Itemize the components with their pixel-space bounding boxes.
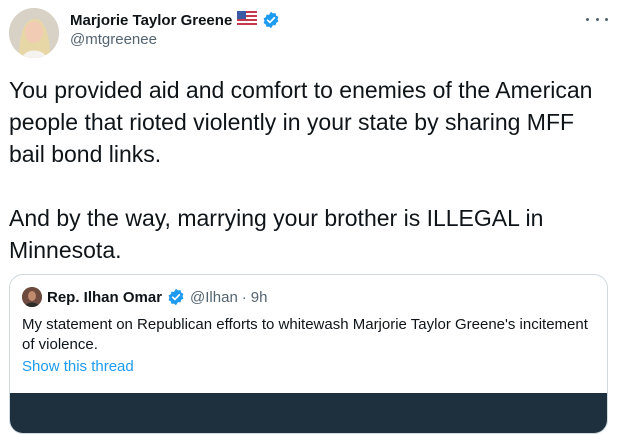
verified-badge-icon xyxy=(167,288,185,306)
author-avatar[interactable] xyxy=(9,8,59,58)
quoted-tweet[interactable]: Rep. Ilhan Omar @Ilhan · 9h My statement… xyxy=(9,274,608,434)
author-handle[interactable]: @mtgreenee xyxy=(70,31,157,48)
more-options-icon[interactable] xyxy=(586,12,608,26)
author-line: Marjorie Taylor Greene xyxy=(70,10,280,30)
quoted-timestamp[interactable]: 9h xyxy=(251,289,268,306)
quoted-media-preview[interactable] xyxy=(10,393,607,433)
quoted-tweet-header: Rep. Ilhan Omar @Ilhan · 9h xyxy=(22,287,267,307)
quoted-meta: @Ilhan · 9h xyxy=(190,289,267,306)
show-thread-link[interactable]: Show this thread xyxy=(22,358,134,375)
tweet-text: You provided aid and comfort to enemies … xyxy=(9,77,593,263)
quoted-author-handle[interactable]: @Ilhan xyxy=(190,289,238,306)
verified-badge-icon xyxy=(262,11,280,29)
quoted-author-name[interactable]: Rep. Ilhan Omar xyxy=(47,289,162,306)
meta-separator: · xyxy=(241,288,247,306)
author-name[interactable]: Marjorie Taylor Greene xyxy=(70,12,232,29)
tweet: Marjorie Taylor Greene @mtgreenee You pr… xyxy=(0,0,618,434)
quoted-tweet-text: My statement on Republican efforts to wh… xyxy=(22,316,588,353)
us-flag-icon xyxy=(237,10,258,30)
quoted-author-avatar[interactable] xyxy=(22,287,42,307)
